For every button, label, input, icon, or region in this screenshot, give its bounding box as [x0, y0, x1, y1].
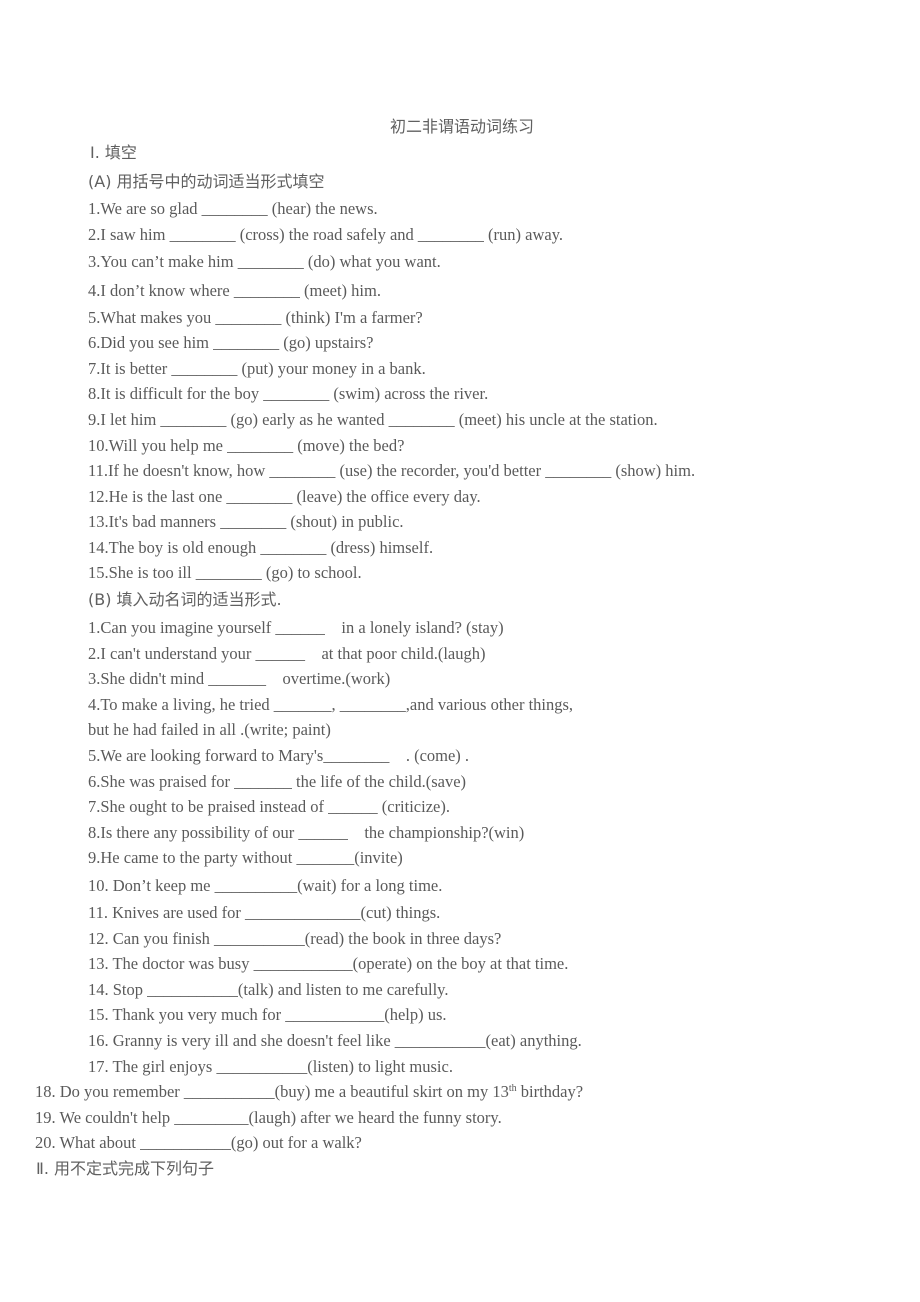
- exercise-item: 2.I can't understand your ______ at that…: [88, 644, 486, 663]
- exercise-item: 6.Did you see him ________ (go) upstairs…: [88, 333, 374, 352]
- exercise-item: 8.It is difficult for the boy ________ (…: [88, 384, 489, 403]
- exercise-item-continuation: but he had failed in all .(write; paint): [88, 720, 331, 739]
- exercise-item: 9.He came to the party without _______(i…: [88, 848, 403, 867]
- exercise-item: 4.To make a living, he tried _______, __…: [88, 695, 574, 714]
- exercise-item: 12. Can you finish ___________(read) the…: [88, 929, 502, 948]
- exercise-item: 14. Stop ___________(talk) and listen to…: [88, 980, 449, 999]
- exercise-item: 10. Don’t keep me __________(wait) for a…: [88, 876, 443, 895]
- exercise-text: birthday?: [516, 1082, 584, 1101]
- exercise-item: 17. The girl enjoys ___________(listen) …: [88, 1057, 453, 1076]
- exercise-item: 3.She didn't mind _______ overtime.(work…: [88, 669, 391, 688]
- part-b-heading: (B) 填入动名词的适当形式.: [88, 590, 282, 609]
- exercise-item: 15. Thank you very much for ____________…: [88, 1005, 447, 1024]
- part-a-heading: (A) 用括号中的动词适当形式填空: [88, 172, 325, 191]
- exercise-item: 1.Can you imagine yourself ______ in a l…: [88, 618, 504, 637]
- exercise-item: 4.I don’t know where ________ (meet) him…: [88, 281, 381, 300]
- exercise-item: 1.We are so glad ________ (hear) the new…: [88, 199, 378, 218]
- exercise-item: 5.We are looking forward to Mary's______…: [88, 746, 470, 765]
- exercise-item: 8.Is there any possibility of our ______…: [88, 823, 525, 842]
- exercise-item: 16. Granny is very ill and she doesn't f…: [88, 1031, 582, 1050]
- exercise-item: 20. What about ___________(go) out for a…: [35, 1133, 362, 1153]
- exercise-item: 9.I let him ________ (go) early as he wa…: [88, 410, 658, 429]
- exercise-item: 15.She is too ill ________ (go) to schoo…: [88, 563, 362, 582]
- exercise-item: 19. We couldn't help _________(laugh) af…: [35, 1108, 502, 1128]
- exercise-item: 13. The doctor was busy ____________(ope…: [88, 954, 569, 973]
- exercise-item: 11. Knives are used for ______________(c…: [88, 903, 441, 922]
- document-title: 初二非谓语动词练习: [389, 117, 534, 136]
- exercise-item: 11.If he doesn't know, how ________ (use…: [88, 461, 696, 480]
- exercise-text: 18. Do you remember ___________(buy) me …: [35, 1082, 509, 1101]
- section-2-heading: Ⅱ. 用不定式完成下列句子: [36, 1159, 215, 1178]
- exercise-item: 10.Will you help me ________ (move) the …: [88, 436, 405, 455]
- exercise-item: 13.It's bad manners ________ (shout) in …: [88, 512, 404, 531]
- exercise-text: 20. What about ___________(go) out for a…: [35, 1133, 362, 1152]
- ordinal-suffix: th: [508, 1083, 517, 1094]
- exercise-item: 14.The boy is old enough ________ (dress…: [88, 538, 434, 557]
- section-1-heading: Ⅰ. 填空: [90, 143, 137, 162]
- exercise-item: 18. Do you remember ___________(buy) me …: [35, 1082, 583, 1102]
- exercise-item: 7.She ought to be praised instead of ___…: [88, 797, 450, 816]
- exercise-item: 3.You can’t make him ________ (do) what …: [88, 252, 441, 271]
- exercise-item: 6.She was praised for _______ the life o…: [88, 772, 467, 791]
- exercise-item: 5.What makes you ________ (think) I'm a …: [88, 308, 423, 327]
- exercise-item: 12.He is the last one ________ (leave) t…: [88, 487, 481, 506]
- exercise-text: 19. We couldn't help _________(laugh) af…: [35, 1108, 502, 1127]
- exercise-item: 2.I saw him ________ (cross) the road sa…: [88, 225, 564, 244]
- exercise-item: 7.It is better ________ (put) your money…: [88, 359, 426, 378]
